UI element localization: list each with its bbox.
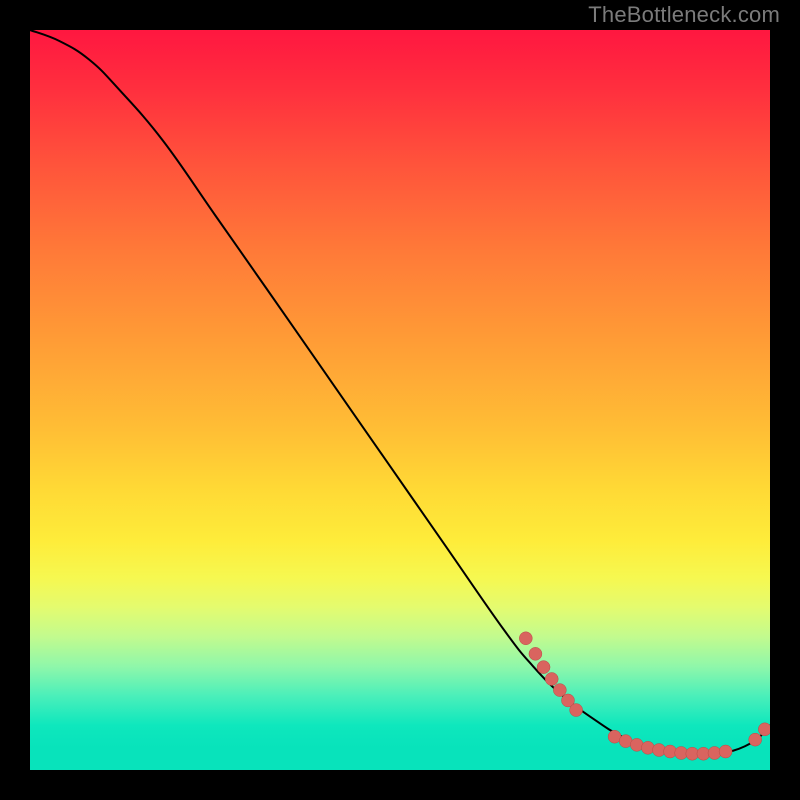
- data-dot: [749, 733, 762, 746]
- data-dot: [519, 632, 532, 645]
- data-dot: [570, 704, 583, 717]
- data-dot: [537, 661, 550, 674]
- chart-frame: TheBottleneck.com: [0, 0, 800, 800]
- main-curve: [30, 30, 770, 754]
- data-dot: [641, 741, 654, 754]
- data-dots: [519, 632, 770, 760]
- data-dot: [545, 672, 558, 685]
- data-dot: [758, 723, 770, 736]
- data-dot: [553, 684, 566, 697]
- plot-area: [30, 30, 770, 770]
- data-dot: [529, 647, 542, 660]
- watermark-label: TheBottleneck.com: [588, 2, 780, 28]
- data-dot: [719, 745, 732, 758]
- chart-svg: [30, 30, 770, 770]
